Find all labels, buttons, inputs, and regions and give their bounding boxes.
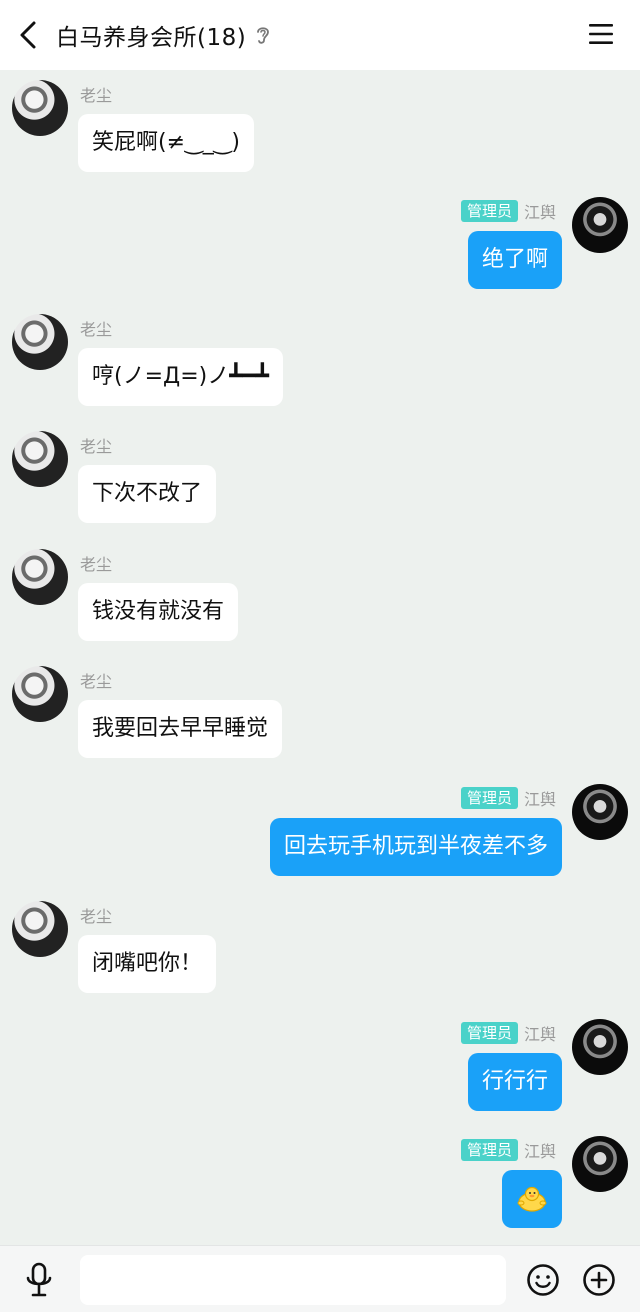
admin-badge: 管理员: [460, 1022, 518, 1044]
avatar[interactable]: [572, 1019, 628, 1075]
sender-name: 老尘: [80, 907, 113, 926]
sender-name: 老尘: [80, 320, 113, 339]
avatar[interactable]: [572, 1136, 628, 1192]
avatar[interactable]: [12, 80, 68, 136]
message-bubble[interactable]: 我要回去早早睡觉: [78, 700, 283, 758]
admin-badge: 管理员: [460, 200, 518, 222]
microphone-icon[interactable]: [24, 1262, 54, 1298]
duck-sticker-icon: [517, 1186, 547, 1212]
message-bubble[interactable]: 哼(ノ=Д=)ノ┻━┻: [78, 348, 283, 406]
sender-name: 江舆: [523, 1025, 556, 1044]
sender-name: 老尘: [80, 672, 113, 691]
sender-info: 管理员 江舆: [460, 1138, 556, 1162]
sender-name: 江舆: [523, 790, 556, 809]
avatar[interactable]: [12, 901, 68, 957]
avatar[interactable]: [12, 314, 68, 370]
message-bubble[interactable]: 绝了啊: [467, 231, 562, 289]
plus-icon[interactable]: [582, 1263, 616, 1297]
sender-name: 老尘: [80, 86, 113, 105]
chat-title: 白马养身会所(18): [56, 25, 247, 51]
avatar[interactable]: [12, 666, 68, 722]
message-bubble[interactable]: 钱没有就没有: [78, 583, 239, 641]
message-bubble[interactable]: 回去玩手机玩到半夜差不多: [269, 818, 562, 876]
avatar[interactable]: [12, 549, 68, 605]
sticker-bubble[interactable]: [502, 1170, 562, 1228]
avatar[interactable]: [572, 784, 628, 840]
sender-name: 老尘: [80, 555, 113, 574]
sender-name: 江舆: [523, 1142, 556, 1161]
chat-header: 白马养身会所(18): [0, 0, 640, 70]
chat-title-group[interactable]: 白马养身会所(18): [56, 0, 272, 70]
back-icon[interactable]: [14, 20, 42, 50]
menu-icon[interactable]: [588, 22, 614, 46]
message-bubble[interactable]: 闭嘴吧你！: [78, 935, 217, 993]
emoji-icon[interactable]: [526, 1263, 560, 1297]
input-bar: [0, 1245, 640, 1312]
sender-name: 江舆: [523, 203, 556, 222]
sender-info: 管理员 江舆: [460, 786, 556, 810]
message-bubble[interactable]: 笑屁啊(≠‿_‿): [78, 114, 254, 172]
admin-badge: 管理员: [460, 787, 518, 809]
sender-name: 老尘: [80, 437, 113, 456]
sender-info: 管理员 江舆: [460, 199, 556, 223]
message-list[interactable]: 老尘 笑屁啊(≠‿_‿) 管理员 江舆 绝了啊 老尘 哼(ノ=Д=)ノ┻━┻ 老…: [0, 70, 640, 1245]
sender-info: 管理员 江舆: [460, 1021, 556, 1045]
avatar[interactable]: [572, 197, 628, 253]
message-input[interactable]: [80, 1255, 506, 1305]
message-bubble[interactable]: 行行行: [467, 1053, 562, 1111]
admin-badge: 管理员: [460, 1139, 518, 1161]
avatar[interactable]: [12, 431, 68, 487]
ear-icon: [257, 27, 270, 44]
message-bubble[interactable]: 下次不改了: [78, 465, 217, 523]
